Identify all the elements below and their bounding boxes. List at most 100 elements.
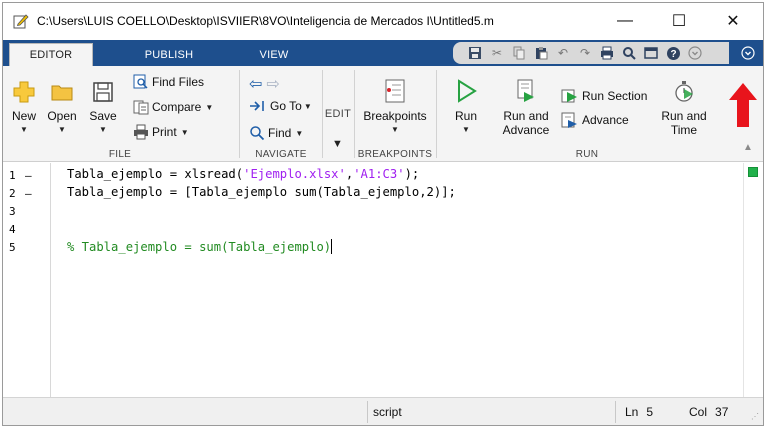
resize-grip-icon[interactable]: ⋰ <box>751 412 759 421</box>
run-label: Run <box>454 109 477 123</box>
collapse-toolstrip-icon[interactable]: ▲ <box>743 142 753 153</box>
code-line-1[interactable]: Tabla_ejemplo = xlsread('Ejemplo.xlsx','… <box>67 167 419 181</box>
run-and-time-label-2: Time <box>670 123 698 137</box>
chevron-down-icon: ▼ <box>205 102 214 112</box>
toolstrip-tabs: EDITOR PUBLISH VIEW ✂ ↶ ↷ ? <box>3 40 763 66</box>
line-number: 1 <box>9 169 16 182</box>
chevron-down-icon: ▼ <box>303 101 312 111</box>
chevron-down-icon[interactable]: ▼ <box>332 138 343 150</box>
code-editor[interactable]: 1 – 2 – 3 4 5 Tabla_ejemplo = xlsread('E… <box>3 163 763 397</box>
code-line-5[interactable]: % Tabla_ejemplo = sum(Tabla_ejemplo) <box>67 239 333 254</box>
copy-icon[interactable] <box>511 45 527 61</box>
file-section: New ▼ Open ▼ Save ▼ Find Files Compare ▼ <box>3 66 237 162</box>
col-label: Col <box>689 405 708 419</box>
magnifier-icon <box>250 126 265 141</box>
stopwatch-icon <box>675 81 693 102</box>
run-and-advance-button[interactable]: Run and Advance <box>495 78 557 137</box>
find-files-icon <box>133 74 148 89</box>
chevron-down-icon: ▼ <box>20 125 28 134</box>
code-text: Tabla_ejemplo = xlsread( <box>67 167 244 181</box>
compare-label: Compare <box>152 100 202 114</box>
chevron-down-icon: ▼ <box>295 128 304 138</box>
run-and-advance-label-1: Run and <box>503 109 549 123</box>
string-literal: 'Ejemplo.xlsx' <box>243 167 346 181</box>
code-text: Tabla_ejemplo = [Tabla_ejemplo sum(Tabla… <box>67 185 456 199</box>
svg-text:?: ? <box>670 49 676 60</box>
edit-section-label: EDIT <box>324 108 352 120</box>
options-dropdown-icon[interactable] <box>687 45 703 61</box>
string-literal: 'A1:C3' <box>353 167 405 181</box>
tab-view[interactable]: VIEW <box>239 43 309 66</box>
save-icon[interactable] <box>467 45 483 61</box>
find-files-button[interactable]: Find Files <box>133 74 204 90</box>
advance-button[interactable]: Advance <box>561 112 629 128</box>
run-section-icon <box>561 89 577 103</box>
print-button[interactable]: Print ▼ <box>133 124 189 140</box>
run-and-time-button[interactable]: Run and Time <box>653 78 715 137</box>
matlab-editor-window: C:\Users\LUIS COELLO\Desktop\ISVIIER\8VO… <box>2 2 764 426</box>
navigate-section: ⇦ ⇨ Go To ▼ Find ▼ NAVIGATE <box>241 66 321 162</box>
new-button[interactable]: New ▼ <box>9 80 39 137</box>
status-divider <box>615 401 616 423</box>
code-text: ); <box>404 167 420 181</box>
back-forward-buttons[interactable]: ⇦ ⇨ <box>249 74 280 94</box>
breakpoints-button[interactable]: Breakpoints ▼ <box>359 78 431 137</box>
undo-icon[interactable]: ↶ <box>555 45 571 61</box>
find-files-label: Find Files <box>152 75 205 89</box>
text-cursor <box>331 239 333 254</box>
minimize-button[interactable]: — <box>603 3 647 39</box>
print-label: Print <box>152 125 177 139</box>
save-button[interactable]: Save ▼ <box>85 80 121 137</box>
chevron-down-circle-icon <box>741 46 755 60</box>
forward-arrow-icon[interactable]: ⇨ <box>266 74 279 94</box>
edit-section[interactable]: EDIT ▼ <box>323 66 353 162</box>
file-section-label: FILE <box>108 149 132 160</box>
find-button[interactable]: Find ▼ <box>249 125 303 141</box>
breakpoints-section: Breakpoints ▼ BREAKPOINTS <box>355 66 435 162</box>
compare-button[interactable]: Compare ▼ <box>133 99 213 115</box>
tab-editor[interactable]: EDITOR <box>9 43 93 66</box>
run-button[interactable]: Run ▼ <box>447 78 485 137</box>
go-to-label: Go To <box>270 99 302 113</box>
code-ok-indicator-icon[interactable] <box>748 167 758 177</box>
window-layout-icon[interactable] <box>643 45 659 61</box>
redo-icon[interactable]: ↷ <box>577 45 593 61</box>
search-icon[interactable] <box>621 45 637 61</box>
cut-icon[interactable]: ✂ <box>489 45 505 61</box>
run-section-label-footer: RUN <box>575 149 599 160</box>
ln-label: Ln <box>625 405 639 419</box>
expand-toolstrip-button[interactable] <box>738 42 758 64</box>
breakpoints-icon <box>385 79 405 103</box>
section-divider <box>239 70 240 158</box>
file-type-status: script <box>373 405 402 419</box>
navigate-section-label: NAVIGATE <box>255 149 307 160</box>
close-button[interactable]: ✕ <box>711 3 755 39</box>
comment-text: % Tabla_ejemplo = sum(Tabla_ejemplo) <box>67 240 332 254</box>
line-number: 5 <box>9 241 16 254</box>
folder-icon <box>51 85 73 101</box>
quick-access-toolbar: ✂ ↶ ↷ ? <box>453 42 729 64</box>
chevron-down-icon: ▼ <box>391 125 399 134</box>
line-executable-mark[interactable]: – <box>25 187 32 200</box>
run-section-button[interactable]: Run Section <box>561 88 647 104</box>
save-label: Save <box>89 109 117 123</box>
go-to-button[interactable]: Go To ▼ <box>249 99 312 113</box>
chevron-down-icon: ▼ <box>99 125 107 134</box>
advance-label: Advance <box>582 113 629 127</box>
print-icon[interactable] <box>599 45 615 61</box>
go-to-icon <box>250 101 264 111</box>
paste-icon[interactable] <box>533 45 549 61</box>
tab-publish[interactable]: PUBLISH <box>129 43 209 66</box>
maximize-button[interactable]: ☐ <box>657 3 701 39</box>
help-icon[interactable]: ? <box>665 45 681 61</box>
run-section-label: Run Section <box>582 89 648 103</box>
back-arrow-icon[interactable]: ⇦ <box>249 74 262 94</box>
chevron-down-icon: ▼ <box>180 127 189 137</box>
code-line-2[interactable]: Tabla_ejemplo = [Tabla_ejemplo sum(Tabla… <box>67 185 456 199</box>
line-number: 2 <box>9 187 16 200</box>
breakpoints-label: Breakpoints <box>363 109 427 123</box>
line-executable-mark[interactable]: – <box>25 169 32 182</box>
open-button[interactable]: Open ▼ <box>43 80 81 137</box>
code-analyzer-bar[interactable] <box>743 163 763 397</box>
status-bar: script Ln 5 Col 37 ⋰ <box>3 397 763 425</box>
